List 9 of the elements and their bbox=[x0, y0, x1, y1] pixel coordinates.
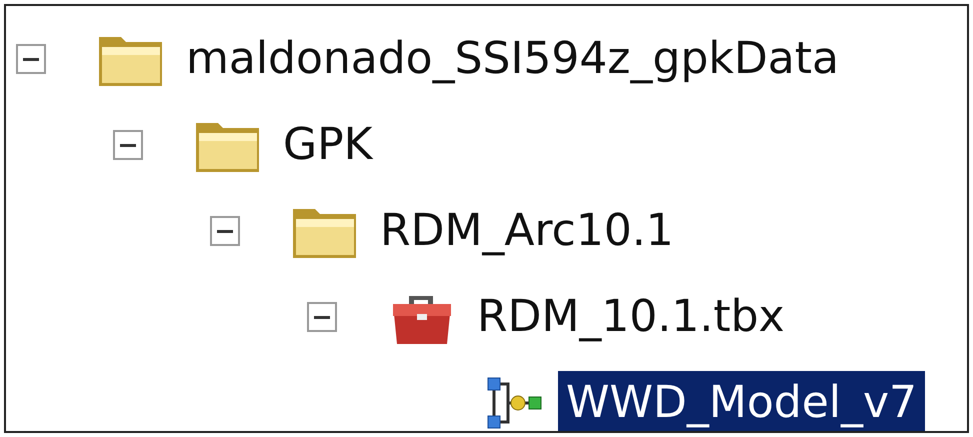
collapse-toggle[interactable] bbox=[307, 302, 337, 332]
tree-item[interactable]: RDM_10.1.tbx bbox=[469, 285, 793, 349]
tree-item[interactable]: WWD_Model_v7 bbox=[558, 371, 926, 431]
tree-item[interactable]: RDM_Arc10.1 bbox=[372, 199, 682, 263]
collapse-toggle[interactable] bbox=[16, 44, 46, 74]
tree-item[interactable]: maldonado_SSI594z_gpkData bbox=[178, 27, 847, 91]
collapse-toggle[interactable] bbox=[113, 130, 143, 160]
collapse-toggle[interactable] bbox=[210, 216, 240, 246]
tree-item[interactable]: GPK bbox=[275, 113, 380, 177]
